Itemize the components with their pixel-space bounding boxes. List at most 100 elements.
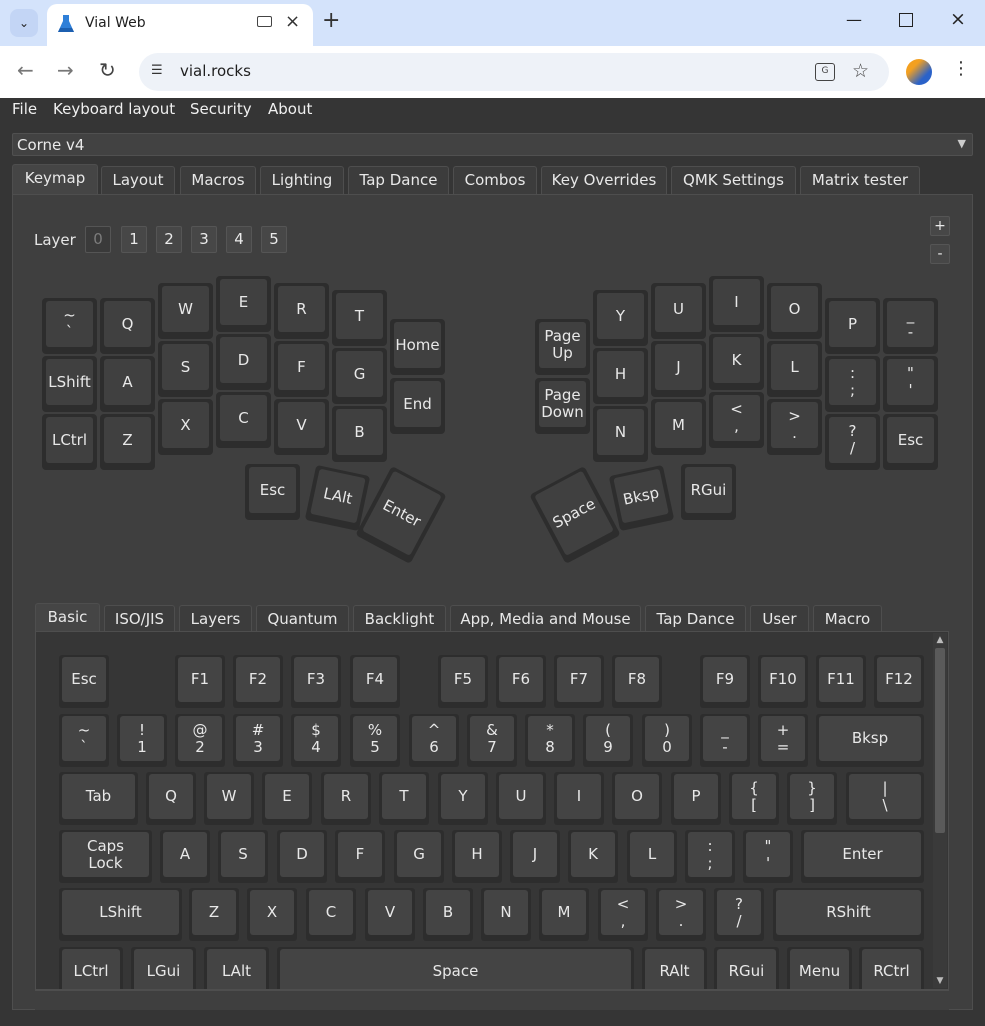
keymap-key[interactable]: Y	[593, 290, 648, 346]
keycode-key[interactable]: Bksp	[816, 714, 924, 767]
tab-backlight[interactable]: Backlight	[353, 605, 446, 633]
keymap-key[interactable]: C	[216, 392, 271, 448]
keycode-key[interactable]: H	[452, 830, 502, 883]
keycode-key[interactable]: X	[247, 888, 297, 941]
keycode-key[interactable]: K	[568, 830, 618, 883]
keycode-key[interactable]: F9	[700, 655, 750, 708]
keymap-key[interactable]: O	[767, 283, 822, 339]
tab-combos[interactable]: Combos	[453, 166, 537, 194]
keymap-key[interactable]: Page Down	[535, 378, 590, 434]
tab-key-overrides[interactable]: Key Overrides	[541, 166, 667, 194]
keycode-key[interactable]: { [	[729, 772, 779, 825]
keycode-key[interactable]: * 8	[525, 714, 575, 767]
layer-button-1[interactable]: 1	[121, 226, 147, 253]
keycode-key[interactable]: U	[496, 772, 546, 825]
tab-tap-dance[interactable]: Tap Dance	[348, 166, 449, 194]
minimize-icon[interactable]: —	[846, 10, 862, 29]
keycode-key[interactable]: LShift	[59, 888, 182, 941]
reload-icon[interactable]: ↻	[99, 58, 116, 82]
keycode-key[interactable]: Enter	[801, 830, 924, 883]
keyboard-select[interactable]: Corne v4 ▼	[12, 133, 973, 156]
keycode-key[interactable]: | \	[846, 772, 924, 825]
keymap-key[interactable]: _ -	[883, 298, 938, 354]
add-layer-button[interactable]: +	[930, 216, 950, 236]
scroll-up-icon[interactable]: ▲	[933, 633, 947, 647]
keycode-key[interactable]: R	[321, 772, 371, 825]
tab-app-media-mouse[interactable]: App, Media and Mouse	[450, 605, 641, 633]
keycode-key[interactable]: # 3	[233, 714, 283, 767]
site-info-icon[interactable]: ☰	[151, 63, 163, 78]
keymap-key[interactable]: ~ `	[42, 298, 97, 354]
more-menu-icon[interactable]: ⋮	[952, 58, 970, 79]
keymap-key[interactable]: G	[332, 348, 387, 404]
keycode-key[interactable]: O	[612, 772, 662, 825]
layer-button-5[interactable]: 5	[261, 226, 287, 253]
address-bar[interactable]: ☰ vial.rocks G ☆	[139, 53, 889, 91]
keycode-key[interactable]: % 5	[350, 714, 400, 767]
keymap-key[interactable]: Esc	[883, 414, 938, 470]
keycode-key[interactable]: Y	[438, 772, 488, 825]
remove-layer-button[interactable]: -	[930, 244, 950, 264]
tab-quantum[interactable]: Quantum	[256, 605, 349, 633]
keymap-key[interactable]: N	[593, 406, 648, 462]
keycode-key[interactable]: ! 1	[117, 714, 167, 767]
keycode-key[interactable]: Esc	[59, 655, 109, 708]
keymap-key[interactable]: Bksp	[608, 464, 675, 532]
menu-keyboard-layout[interactable]: Keyboard layout	[53, 100, 175, 118]
tab-user[interactable]: User	[750, 605, 809, 633]
keycode-key[interactable]: Q	[146, 772, 196, 825]
keycode-key[interactable]: P	[671, 772, 721, 825]
keymap-key[interactable]: L	[767, 341, 822, 397]
menu-file[interactable]: File	[12, 100, 37, 118]
keycode-key[interactable]: RShift	[773, 888, 924, 941]
tab-iso-jis[interactable]: ISO/JIS	[104, 605, 175, 633]
keymap-key[interactable]: LAlt	[304, 464, 371, 532]
layer-button-3[interactable]: 3	[191, 226, 217, 253]
layer-button-2[interactable]: 2	[156, 226, 182, 253]
keycode-key[interactable]: F4	[350, 655, 400, 708]
tab-lighting[interactable]: Lighting	[260, 166, 344, 194]
keycode-key[interactable]: ) 0	[642, 714, 692, 767]
bookmark-star-icon[interactable]: ☆	[852, 60, 869, 82]
keycode-key[interactable]: & 7	[467, 714, 517, 767]
keycode-key[interactable]: F2	[233, 655, 283, 708]
keycode-key[interactable]: Z	[189, 888, 239, 941]
keycode-key[interactable]: > .	[656, 888, 706, 941]
keymap-key[interactable]: J	[651, 341, 706, 397]
keycode-key[interactable]: E	[262, 772, 312, 825]
keymap-key[interactable]: Home	[390, 319, 445, 375]
keymap-key[interactable]: K	[709, 334, 764, 390]
keymap-key[interactable]: B	[332, 406, 387, 462]
tab-keymap[interactable]: Keymap	[12, 164, 98, 194]
keymap-key[interactable]: : ;	[825, 356, 880, 412]
keycode-key[interactable]: I	[554, 772, 604, 825]
keymap-key[interactable]: S	[158, 341, 213, 397]
keycode-key[interactable]: L	[627, 830, 677, 883]
keycode-key[interactable]: T	[379, 772, 429, 825]
keycode-key[interactable]: F1	[175, 655, 225, 708]
keymap-key[interactable]: > .	[767, 399, 822, 455]
layer-button-0[interactable]: 0	[85, 226, 111, 253]
menu-about[interactable]: About	[268, 100, 312, 118]
keycode-key[interactable]: " '	[743, 830, 793, 883]
keymap-key[interactable]: Q	[100, 298, 155, 354]
layer-button-4[interactable]: 4	[226, 226, 252, 253]
keycode-key[interactable]: F11	[816, 655, 866, 708]
keymap-key[interactable]: M	[651, 399, 706, 455]
keycode-key[interactable]: M	[539, 888, 589, 941]
keymap-key[interactable]: H	[593, 348, 648, 404]
keycode-key[interactable]: Tab	[59, 772, 138, 825]
keycode-key[interactable]: Caps Lock	[59, 830, 152, 883]
keycode-key[interactable]: ( 9	[583, 714, 633, 767]
keycode-key[interactable]: F8	[612, 655, 662, 708]
tab-search-button[interactable]: ⌄	[10, 9, 38, 37]
keycode-key[interactable]: V	[365, 888, 415, 941]
keycode-key[interactable]: } ]	[787, 772, 837, 825]
keymap-key[interactable]: I	[709, 276, 764, 332]
close-window-icon[interactable]: ×	[950, 8, 966, 30]
keycode-key[interactable]: F5	[438, 655, 488, 708]
keymap-key[interactable]: F	[274, 341, 329, 397]
keycode-scrollbar[interactable]: ▲ ▼	[933, 633, 947, 988]
keycode-key[interactable]: N	[481, 888, 531, 941]
menu-security[interactable]: Security	[190, 100, 252, 118]
